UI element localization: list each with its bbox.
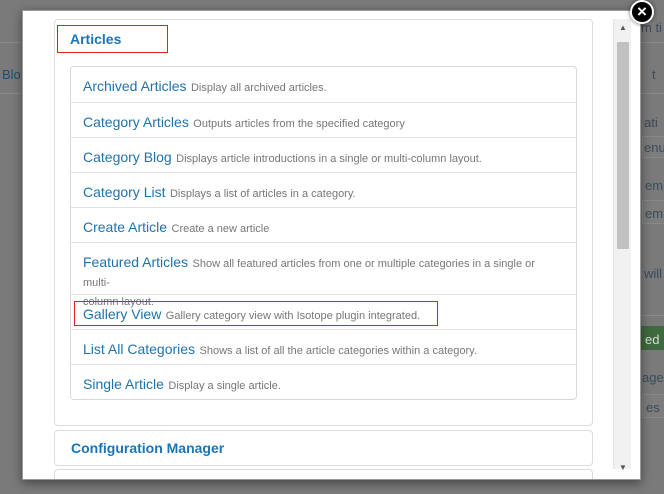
bg-fragment: em <box>645 206 664 221</box>
bg-fragment: will <box>644 266 663 281</box>
modal-scrollbar[interactable]: ▲ ▼ <box>613 19 632 472</box>
item-title[interactable]: Archived Articles <box>83 78 186 94</box>
bg-fragment: age <box>642 370 664 385</box>
item-description: Shows a list of all the article categori… <box>199 345 477 357</box>
bg-fragment: es <box>646 400 660 415</box>
bg-divider <box>641 315 664 316</box>
item-description: Outputs articles from the specified cate… <box>193 118 405 130</box>
item-description: Gallery category view with Isotope plugi… <box>165 310 421 322</box>
bg-fragment: em <box>645 178 664 193</box>
item-description: Create a new article <box>171 223 270 235</box>
close-icon[interactable]: × <box>630 0 654 24</box>
bg-fragment: t <box>652 67 656 82</box>
item-description: Display a single article. <box>168 380 281 392</box>
item-title[interactable]: Single Article <box>83 376 164 392</box>
item-description: Displays article introductions in a sing… <box>176 153 482 165</box>
scroll-up-icon[interactable]: ▲ <box>614 21 632 35</box>
scroll-thumb[interactable] <box>617 42 629 249</box>
bg-divider <box>0 93 22 94</box>
item-title[interactable]: Gallery View <box>83 306 161 322</box>
bg-divider <box>641 42 664 43</box>
list-item-category-blog[interactable]: Category Blog Displays article introduct… <box>71 137 576 172</box>
article-types-list: Archived Articles Display all archived a… <box>70 66 577 400</box>
item-title[interactable]: Category Articles <box>83 114 189 130</box>
item-title[interactable]: Category List <box>83 184 165 200</box>
item-title[interactable]: Create Article <box>83 219 167 235</box>
articles-panel-title[interactable]: Articles <box>57 25 168 53</box>
list-item-featured-articles[interactable]: Featured Articles Show all featured arti… <box>71 242 576 308</box>
bg-divider <box>0 42 22 43</box>
bg-fragment: ati <box>644 115 658 130</box>
item-description: Display all archived articles. <box>190 82 327 94</box>
list-item-list-all-categories[interactable]: List All Categories Shows a list of all … <box>71 329 576 364</box>
item-description: Displays a list of articles in a categor… <box>169 188 356 200</box>
modal-content: Articles Archived Articles Display all a… <box>23 11 613 479</box>
list-item-create-article[interactable]: Create Article Create a new article <box>71 207 576 242</box>
list-item-archived-articles[interactable]: Archived Articles Display all archived a… <box>71 67 576 102</box>
item-title[interactable]: List All Categories <box>83 341 195 357</box>
menu-item-type-modal: Articles Archived Articles Display all a… <box>22 10 641 480</box>
configuration-manager-title[interactable]: Configuration Manager <box>71 440 224 456</box>
next-panel[interactable] <box>54 469 593 479</box>
bg-status-badge: ed <box>641 326 664 350</box>
item-title[interactable]: Category Blog <box>83 149 172 165</box>
list-item-category-list[interactable]: Category List Displays a list of article… <box>71 172 576 207</box>
list-item-category-articles[interactable]: Category Articles Outputs articles from … <box>71 102 576 137</box>
bg-divider <box>641 93 664 94</box>
bg-blog-link: Blo <box>2 67 21 82</box>
bg-fragment: enu <box>644 140 664 155</box>
list-item-single-article[interactable]: Single Article Display a single article. <box>71 364 576 399</box>
list-item-gallery-view[interactable]: Gallery View Gallery category view with … <box>71 294 576 329</box>
configuration-manager-panel[interactable]: Configuration Manager <box>54 430 593 466</box>
scroll-down-icon[interactable]: ▼ <box>614 461 632 475</box>
item-title[interactable]: Featured Articles <box>83 254 188 270</box>
